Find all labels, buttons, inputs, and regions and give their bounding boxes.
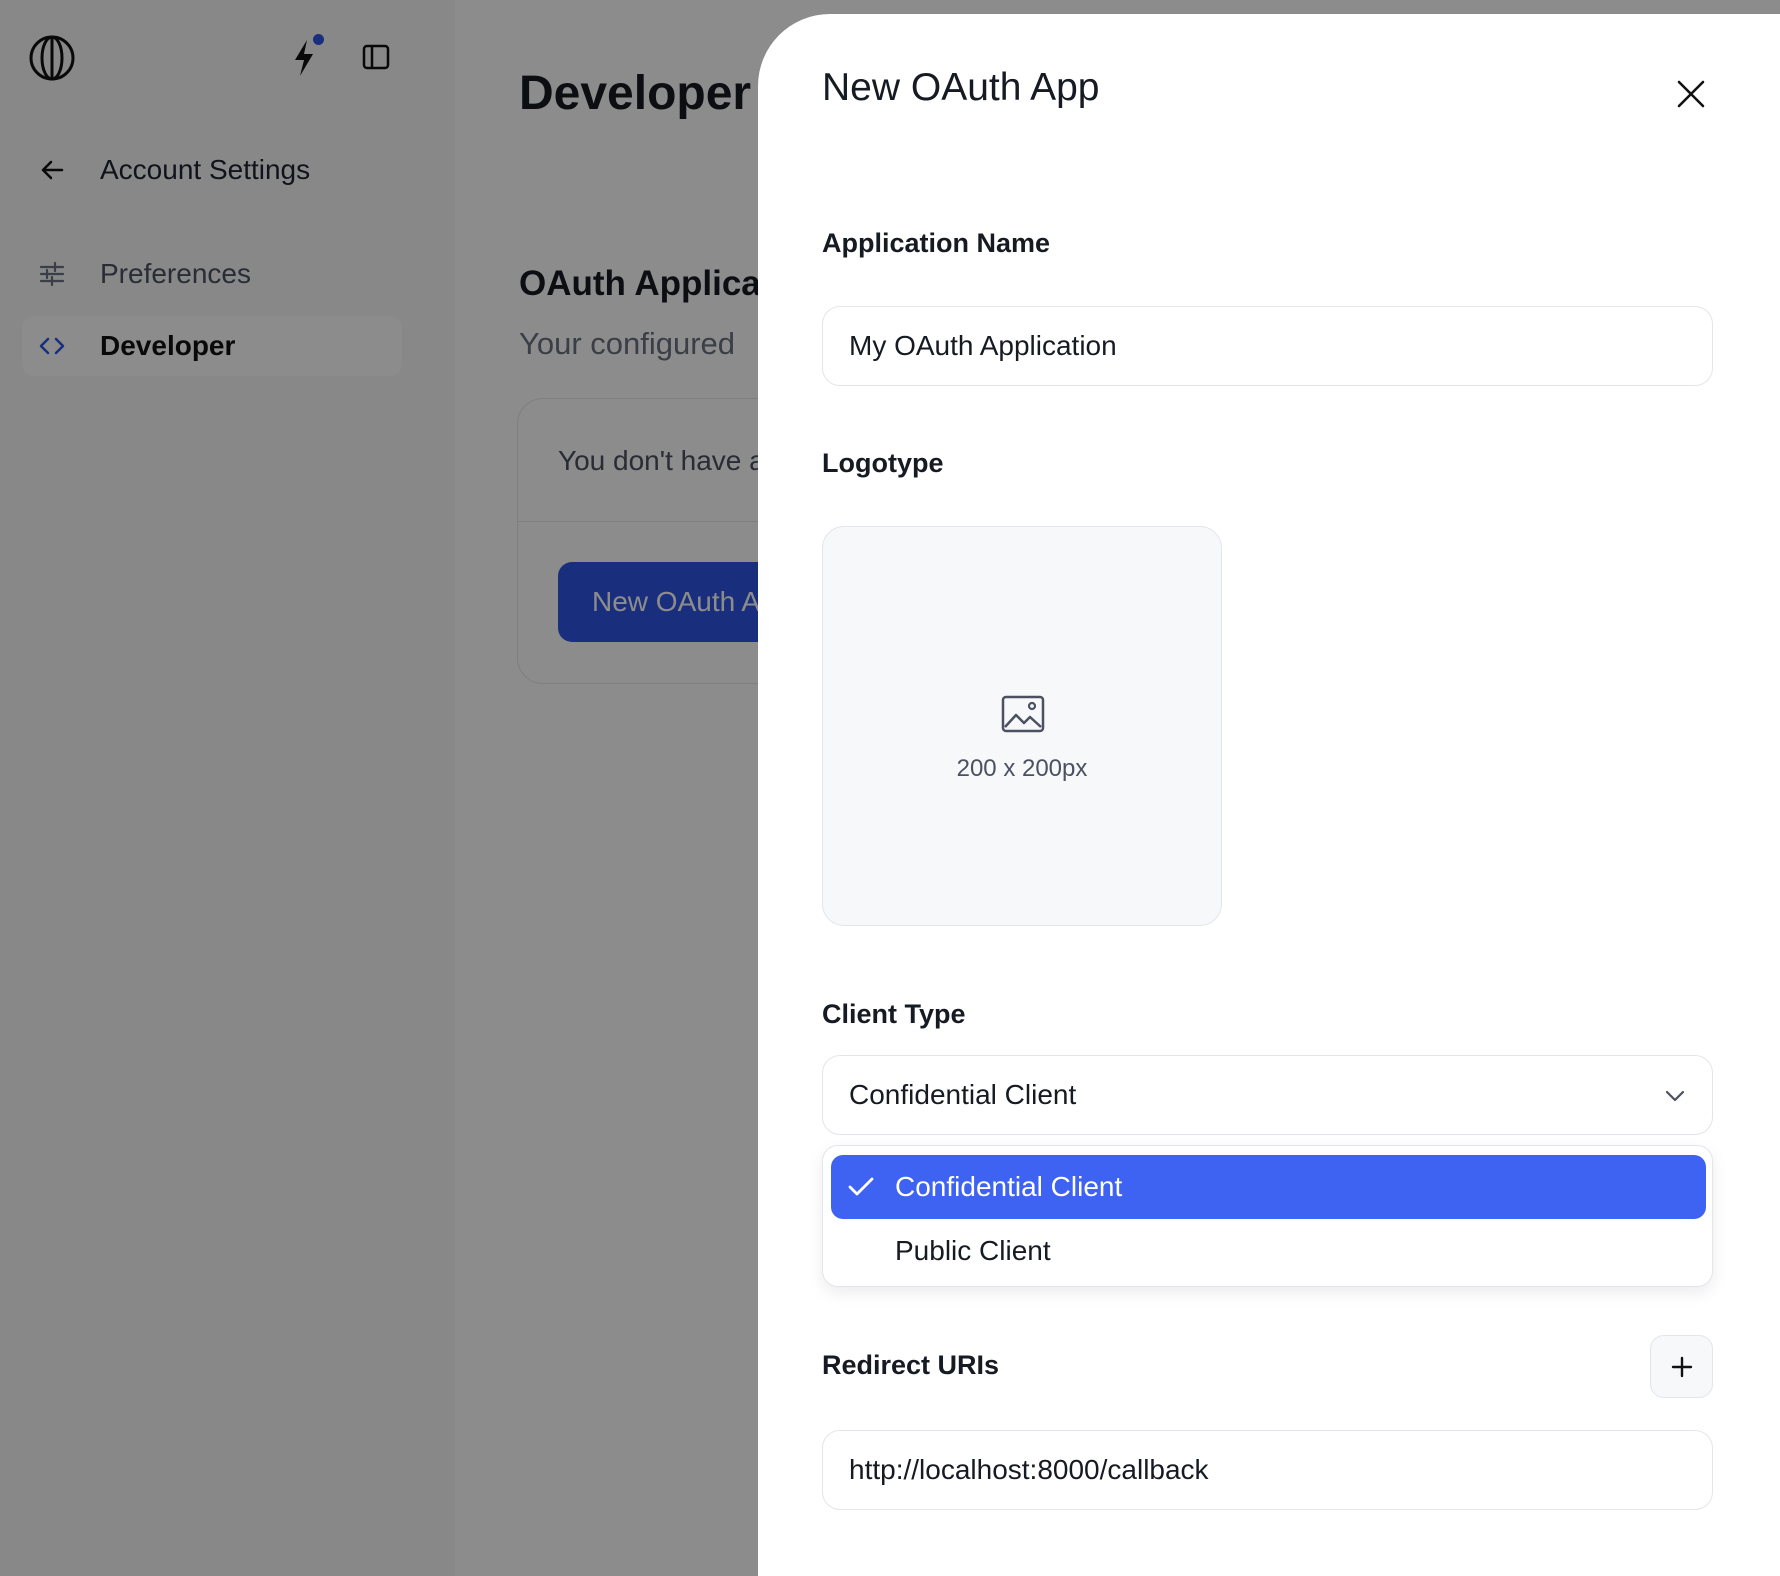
close-button[interactable]	[1667, 70, 1715, 118]
add-redirect-uri-button[interactable]	[1650, 1335, 1713, 1398]
client-type-dropdown: Confidential Client Public Client	[822, 1145, 1713, 1287]
chevron-down-icon	[1665, 1090, 1685, 1102]
redirect-uri-input[interactable]	[822, 1430, 1713, 1510]
option-label: Confidential Client	[895, 1171, 1123, 1202]
logotype-upload[interactable]: 200 x 200px	[822, 526, 1222, 926]
application-name-label: Application Name	[822, 228, 1051, 258]
redirect-uris-label: Redirect URIs	[822, 1350, 1000, 1380]
new-oauth-app-modal: New OAuth App Application Name Logotype …	[758, 14, 1780, 1576]
option-confidential-client[interactable]: Confidential Client	[831, 1155, 1706, 1219]
client-type-value: Confidential Client	[849, 1079, 1077, 1110]
client-type-select[interactable]: Confidential Client	[822, 1055, 1713, 1135]
check-icon	[848, 1177, 874, 1196]
plus-icon	[1671, 1356, 1692, 1377]
logotype-label: Logotype	[822, 448, 944, 478]
image-icon	[1001, 695, 1045, 733]
modal-title: New OAuth App	[822, 66, 1100, 109]
logotype-size-hint: 200 x 200px	[956, 755, 1088, 782]
application-name-input[interactable]	[822, 306, 1713, 386]
option-public-client[interactable]: Public Client	[831, 1219, 1706, 1283]
close-icon	[1677, 80, 1705, 108]
option-label: Public Client	[895, 1235, 1051, 1266]
client-type-label: Client Type	[822, 999, 966, 1029]
